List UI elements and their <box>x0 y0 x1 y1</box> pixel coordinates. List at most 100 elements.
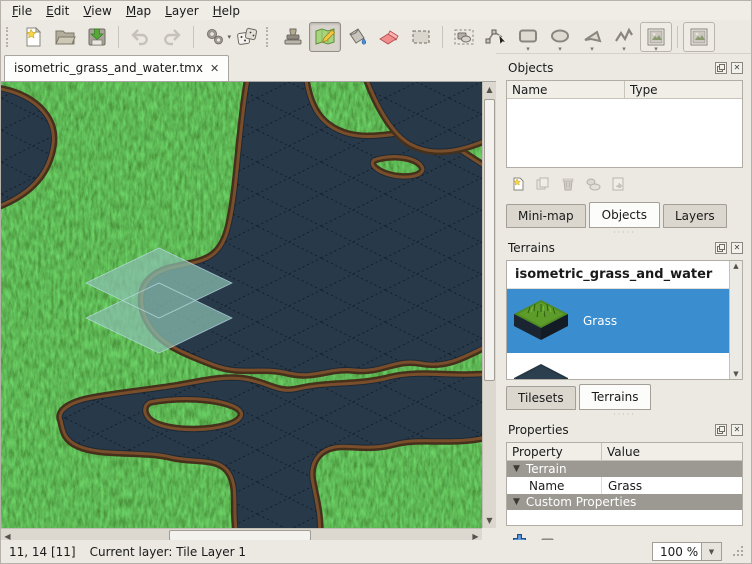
menu-map[interactable]: Map <box>119 2 158 20</box>
vertical-scroll-thumb[interactable] <box>484 99 495 381</box>
objects-list-empty[interactable] <box>507 99 742 167</box>
dropdown-arrow-icon: ▾ <box>590 46 594 53</box>
menu-edit[interactable]: Edit <box>39 2 76 20</box>
resize-grip[interactable] <box>732 545 745 558</box>
close-panel-button[interactable]: ✕ <box>731 62 743 74</box>
current-layer-label: Current layer: Tile Layer 1 <box>90 545 246 559</box>
insert-tile-button[interactable]: ▾ <box>640 22 672 52</box>
open-file-button[interactable] <box>49 22 81 52</box>
remove-property-button[interactable] <box>540 533 555 540</box>
zoom-input[interactable]: 100 % <box>652 542 702 561</box>
edit-polygons-button[interactable] <box>480 22 512 52</box>
tab-mini-map[interactable]: Mini-map <box>506 204 586 228</box>
tab-tilesets[interactable]: Tilesets <box>506 386 576 410</box>
close-panel-button[interactable]: ✕ <box>731 424 743 436</box>
dock-tab-bar-top: Mini-map Objects Layers <box>506 202 743 228</box>
save-file-button[interactable] <box>81 22 113 52</box>
terrain-item-grass[interactable]: Grass <box>507 289 729 353</box>
toolbar-drag-handle[interactable] <box>266 27 274 47</box>
properties-column-property[interactable]: Property <box>507 443 602 460</box>
terrain-brush-button[interactable] <box>309 22 341 52</box>
insert-rectangle-button[interactable]: ▾ <box>512 22 544 52</box>
new-file-button[interactable] <box>17 22 49 52</box>
objects-column-type[interactable]: Type <box>625 83 742 97</box>
select-objects-button[interactable] <box>448 22 480 52</box>
properties-table-header: Property Value <box>507 443 742 461</box>
execute-commands-icon <box>203 25 227 49</box>
scroll-up-icon[interactable]: ▲ <box>730 262 742 270</box>
tileset-group-header[interactable]: isometric_grass_and_water <box>507 261 729 289</box>
close-icon: ✕ <box>734 244 741 252</box>
duplicate-objects-icon[interactable] <box>535 176 551 192</box>
tab-terrains[interactable]: Terrains <box>579 384 652 410</box>
menu-file[interactable]: File <box>5 2 39 20</box>
scroll-up-icon[interactable]: ▲ <box>483 83 496 96</box>
zoom-dropdown-button[interactable]: ▼ <box>702 542 722 561</box>
terrains-scrollbar[interactable]: ▲ ▼ <box>729 261 742 379</box>
terrain-item-water[interactable]: Water <box>507 353 729 380</box>
eraser-icon <box>377 25 401 49</box>
dropdown-arrow-icon: ▾ <box>654 46 658 53</box>
property-row-name[interactable]: Name Grass <box>507 477 742 494</box>
insert-image-button[interactable] <box>683 22 715 52</box>
property-value-cell[interactable]: Grass <box>602 479 742 493</box>
dock-resize-handle[interactable]: ····· <box>506 228 743 237</box>
random-mode-button[interactable] <box>231 22 263 52</box>
close-panel-button[interactable]: ✕ <box>731 242 743 254</box>
edit-polygons-icon <box>484 25 508 49</box>
remove-objects-icon[interactable] <box>560 176 576 192</box>
float-panel-button[interactable] <box>715 62 727 74</box>
tab-objects[interactable]: Objects <box>589 202 660 228</box>
objects-column-name[interactable]: Name <box>507 81 625 98</box>
rectangular-select-button[interactable] <box>405 22 437 52</box>
new-object-icon[interactable] <box>510 176 526 192</box>
select-objects-icon <box>452 25 476 49</box>
execute-commands-button[interactable]: ▾ <box>199 22 231 52</box>
terrain-brush-icon <box>313 25 337 49</box>
insert-polygon-button[interactable]: ▾ <box>576 22 608 52</box>
document-tab[interactable]: isometric_grass_and_water.tmx ✕ <box>4 55 229 81</box>
grass-tile-thumbnail <box>512 299 570 343</box>
collapse-arrow-icon[interactable]: ▼ <box>513 464 520 474</box>
object-properties-icon[interactable] <box>610 176 626 192</box>
tab-layers[interactable]: Layers <box>663 204 727 228</box>
main-area: isometric_grass_and_water.tmx ✕ <box>1 53 751 540</box>
dock-resize-handle[interactable]: ····· <box>506 410 743 419</box>
properties-column-value[interactable]: Value <box>602 445 742 459</box>
stamp-brush-icon <box>281 25 305 49</box>
water-tile-thumbnail <box>512 363 570 380</box>
toolbar-separator <box>442 26 443 48</box>
document-tab-bar: isometric_grass_and_water.tmx ✕ <box>1 53 496 82</box>
float-panel-button[interactable] <box>715 424 727 436</box>
scroll-down-icon[interactable]: ▼ <box>730 370 742 378</box>
menu-view[interactable]: View <box>76 2 118 20</box>
move-objects-icon[interactable] <box>585 176 601 192</box>
undo-icon <box>128 25 152 49</box>
stamp-brush-button[interactable] <box>277 22 309 52</box>
redo-button[interactable] <box>156 22 188 52</box>
document-tab-label: isometric_grass_and_water.tmx <box>14 61 203 75</box>
bucket-fill-button[interactable] <box>341 22 373 52</box>
isometric-map <box>1 82 482 528</box>
objects-table-header: Name Type <box>507 81 742 99</box>
float-panel-button[interactable] <box>715 242 727 254</box>
map-canvas[interactable] <box>1 82 482 528</box>
property-group-terrain[interactable]: ▼ Terrain <box>507 461 742 477</box>
property-group-custom[interactable]: ▼ Custom Properties <box>507 494 742 510</box>
insert-ellipse-button[interactable]: ▾ <box>544 22 576 52</box>
scroll-down-icon[interactable]: ▼ <box>483 514 496 527</box>
eraser-button[interactable] <box>373 22 405 52</box>
collapse-arrow-icon[interactable]: ▼ <box>513 497 520 507</box>
dropdown-arrow-icon: ▾ <box>526 46 530 53</box>
insert-polyline-button[interactable]: ▾ <box>608 22 640 52</box>
tab-close-icon[interactable]: ✕ <box>210 62 219 75</box>
properties-panel-title-label: Properties <box>508 423 711 437</box>
toolbar-drag-handle[interactable] <box>6 27 14 47</box>
undo-button[interactable] <box>124 22 156 52</box>
add-property-button[interactable] <box>512 533 527 540</box>
menu-help[interactable]: Help <box>206 2 247 20</box>
map-view: isometric_grass_and_water.tmx ✕ <box>1 53 496 540</box>
terrain-item-label: Water <box>583 378 618 380</box>
menu-layer[interactable]: Layer <box>158 2 205 20</box>
canvas-vertical-scrollbar[interactable]: ▲ ▼ <box>482 82 496 528</box>
